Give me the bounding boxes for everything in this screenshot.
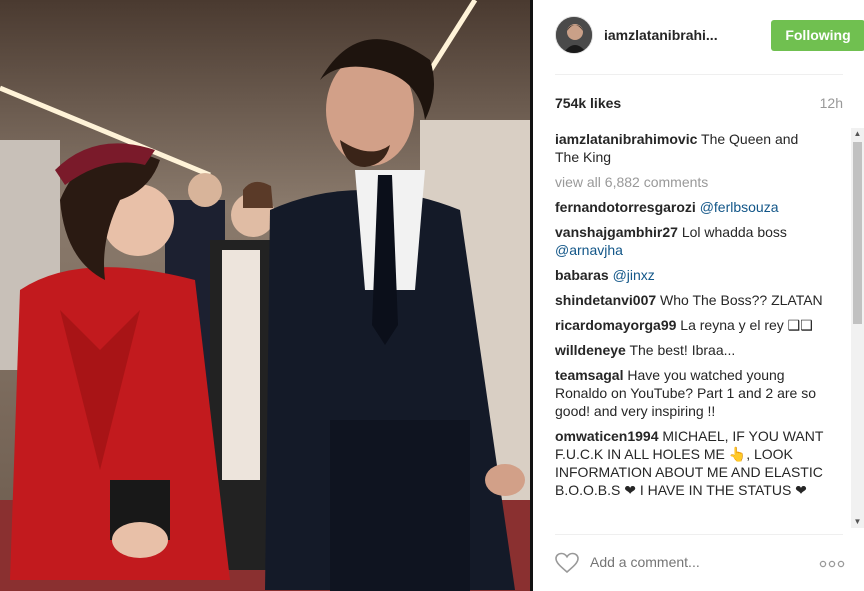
comment-mention[interactable]: @arnavjha (555, 242, 623, 258)
comment-mention[interactable]: @jinxz (609, 267, 655, 283)
comment-item: ricardomayorga99 La reyna y el rey ❑❑ (555, 316, 825, 334)
scroll-up-arrow-icon[interactable]: ▲ (851, 128, 864, 140)
post-photo[interactable] (0, 0, 530, 591)
photo-illustration (0, 0, 530, 591)
comment-username[interactable]: teamsagal (555, 367, 623, 383)
comment-username[interactable]: omwaticen1994 (555, 428, 659, 444)
comment-text: Lol whadda boss (677, 224, 787, 240)
caption: iamzlatanibrahimovic The Queen and The K… (555, 130, 825, 166)
footer-divider (555, 534, 843, 535)
heart-icon[interactable] (555, 551, 579, 575)
comment-item: omwaticen1994 MICHAEL, IF YOU WANT F.U.C… (555, 427, 825, 499)
comments-panel: iamzlatanibrahi... Following 754k likes … (533, 0, 864, 591)
comment-username[interactable]: babaras (555, 267, 609, 283)
view-all-comments-link[interactable]: view all 6,882 comments (555, 173, 825, 191)
avatar[interactable] (555, 16, 593, 54)
header-divider (555, 74, 843, 75)
post-modal: iamzlatanibrahi... Following 754k likes … (0, 0, 864, 591)
comment-text: La reyna y el rey ❑❑ (676, 317, 813, 333)
comment-username[interactable]: willdeneye (555, 342, 626, 358)
caption-username[interactable]: iamzlatanibrahimovic (555, 131, 697, 147)
scrollbar-thumb[interactable] (853, 142, 862, 324)
comment-item: vanshajgambhir27 Lol whadda boss @arnavj… (555, 223, 825, 259)
username-link[interactable]: iamzlatanibrahi... (604, 27, 718, 43)
comment-username[interactable]: vanshajgambhir27 (555, 224, 678, 240)
comment-item: willdeneye The best! Ibraa... (555, 341, 825, 359)
comment-text: The best! Ibraa... (625, 342, 736, 358)
following-button[interactable]: Following (771, 20, 864, 51)
comment-item: babaras @jinxz (555, 266, 825, 284)
comment-text: Who The Boss?? ZLATAN (656, 292, 823, 308)
scroll-down-arrow-icon[interactable]: ▼ (851, 516, 864, 528)
comments-list: iamzlatanibrahimovic The Queen and The K… (555, 130, 825, 532)
more-options-icon[interactable] (819, 560, 845, 568)
comments-scrollbar[interactable]: ▲ ▼ (851, 128, 864, 528)
comment-item: shindetanvi007 Who The Boss?? ZLATAN (555, 291, 825, 309)
comment-mention[interactable]: @ferlbsouza (696, 199, 779, 215)
comment-item: fernandotorresgarozi @ferlbsouza (555, 198, 825, 216)
post-time[interactable]: 12h (820, 95, 843, 111)
likes-count[interactable]: 754k likes (555, 95, 621, 111)
comment-username[interactable]: shindetanvi007 (555, 292, 656, 308)
add-comment-input[interactable] (590, 554, 790, 570)
comment-username[interactable]: ricardomayorga99 (555, 317, 676, 333)
comment-item: teamsagal Have you watched young Ronaldo… (555, 366, 825, 420)
post-header: iamzlatanibrahi... Following (555, 16, 864, 56)
comment-username[interactable]: fernandotorresgarozi (555, 199, 696, 215)
